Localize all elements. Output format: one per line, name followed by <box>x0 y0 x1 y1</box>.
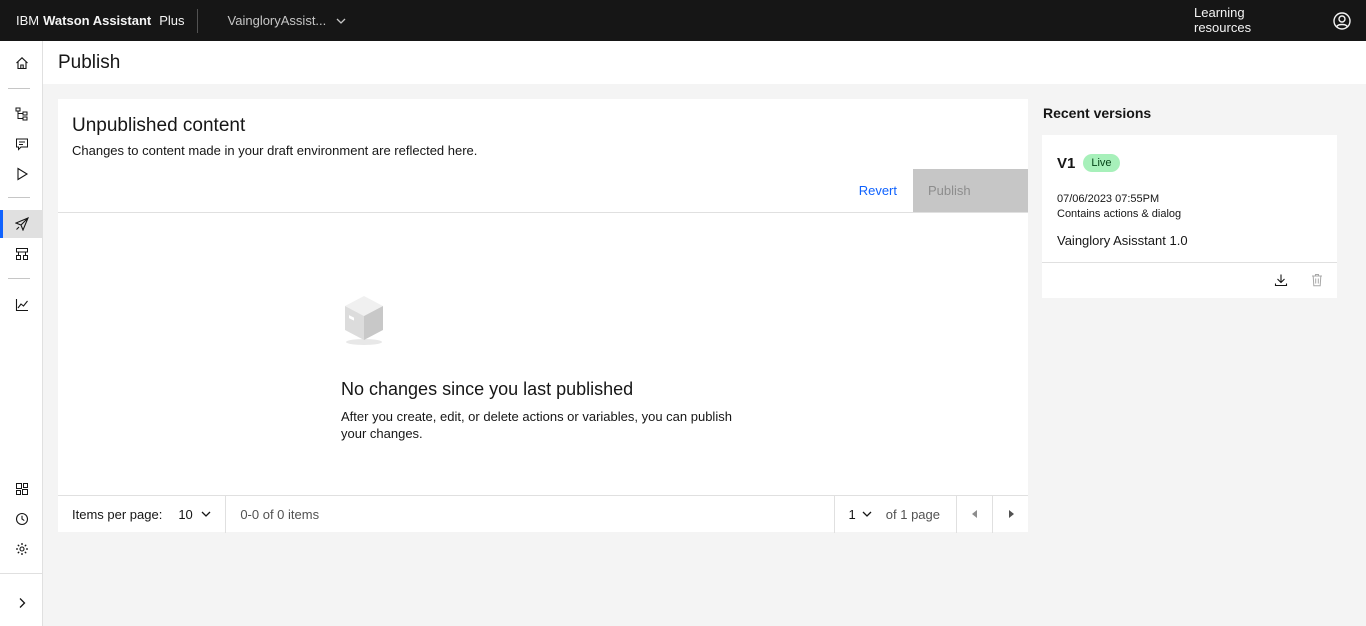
page-select[interactable]: 1 <box>835 496 886 532</box>
caret-left-icon <box>971 510 977 518</box>
nav-analytics[interactable] <box>0 291 43 319</box>
nav-separator <box>0 573 43 574</box>
brand-ibm: IBM <box>16 13 40 28</box>
card-subtitle: Changes to content made in your draft en… <box>72 143 478 158</box>
chat-icon <box>15 138 28 151</box>
header-divider <box>196 8 198 33</box>
assistant-name: VaingloryAssist... <box>227 13 327 28</box>
brand-product: Watson Assistant <box>43 13 152 28</box>
card-title: Unpublished content <box>72 115 246 136</box>
empty-state-title: No changes since you last published <box>341 379 634 399</box>
chevron-down-icon <box>201 511 211 517</box>
unpublished-content-card: Unpublished content Changes to content m… <box>58 99 1028 533</box>
next-page-button[interactable] <box>992 495 1028 533</box>
version-name: V1 <box>1057 154 1076 172</box>
pager-right: 1 of 1 page <box>833 495 1028 533</box>
total-pages: of 1 page <box>885 506 940 522</box>
recent-versions-title: Recent versions <box>1043 105 1152 121</box>
home-icon <box>15 57 28 70</box>
user-avatar-icon <box>1333 11 1351 30</box>
analytics-icon <box>15 299 28 312</box>
card-actions: Revert Publish <box>843 169 1028 212</box>
empty-state: No changes since you last published Afte… <box>341 292 761 442</box>
learning-resources-link[interactable]: Learning resources <box>1178 0 1318 41</box>
version-label: Vainglory Asisstant 1.0 <box>1057 233 1188 248</box>
chevron-down-icon <box>862 511 872 517</box>
version-divider <box>1042 262 1337 263</box>
empty-box-icon <box>345 296 383 345</box>
publish-button[interactable]: Publish <box>913 169 1028 212</box>
page-value: 1 <box>848 506 856 522</box>
nav-expand[interactable] <box>0 589 43 617</box>
brand-plan: Plus <box>159 13 185 28</box>
revert-button[interactable]: Revert <box>843 169 913 212</box>
nav-chat[interactable] <box>0 130 43 158</box>
expand-icon <box>19 598 25 608</box>
nav-separator <box>8 278 30 279</box>
nav-environments[interactable] <box>0 240 43 268</box>
user-profile-button[interactable] <box>1318 0 1366 41</box>
items-per-page-value: 10 <box>178 506 193 522</box>
assistant-switcher[interactable]: VaingloryAssist... <box>228 0 347 41</box>
header-right: Learning resources <box>1178 0 1366 41</box>
version-contents: Contains actions & dialog <box>1057 208 1182 220</box>
integrations-icon <box>15 483 28 495</box>
preview-icon <box>16 167 28 181</box>
history-icon <box>15 512 28 526</box>
caret-right-icon <box>1008 510 1014 518</box>
nav-history[interactable] <box>0 505 43 533</box>
empty-state-description: After you create, edit, or delete action… <box>341 409 732 441</box>
items-per-page-select[interactable]: 10 <box>178 507 225 522</box>
page-title: Publish <box>43 41 1366 84</box>
nav-separator <box>8 197 30 198</box>
publish-icon <box>14 217 29 231</box>
actions-icon <box>15 107 27 121</box>
version-header: V1 Live <box>1057 154 1120 172</box>
download-icon <box>1274 274 1288 287</box>
card-divider <box>58 212 1028 213</box>
download-button[interactable] <box>1274 273 1288 292</box>
nav-integrations[interactable] <box>0 475 43 503</box>
items-per-page-label: Items per page: <box>72 506 163 522</box>
delete-button[interactable] <box>1311 273 1323 292</box>
version-date: 07/06/2023 07:55PM <box>1057 193 1160 205</box>
side-navigation <box>0 41 43 626</box>
nav-settings[interactable] <box>0 535 43 563</box>
nav-publish[interactable] <box>0 210 43 238</box>
chevron-down-icon <box>336 18 346 24</box>
brand-name[interactable]: IBM Watson Assistant Plus <box>0 0 185 41</box>
top-header: IBM Watson Assistant Plus VaingloryAssis… <box>0 0 1366 41</box>
nav-preview[interactable] <box>0 160 43 188</box>
nav-separator <box>8 88 30 89</box>
environments-icon <box>15 248 28 260</box>
prev-page-button[interactable] <box>956 495 992 533</box>
settings-icon <box>15 543 28 555</box>
nav-home[interactable] <box>0 49 43 77</box>
trash-icon <box>1312 274 1322 287</box>
version-card[interactable]: V1 Live 07/06/2023 07:55PM Contains acti… <box>1042 135 1337 298</box>
pagination-bar: Items per page: 10 0-0 of 0 items 1 of 1… <box>58 495 1028 533</box>
nav-actions[interactable] <box>0 100 43 128</box>
live-tag: Live <box>1083 154 1120 172</box>
items-range: 0-0 of 0 items <box>240 506 320 522</box>
